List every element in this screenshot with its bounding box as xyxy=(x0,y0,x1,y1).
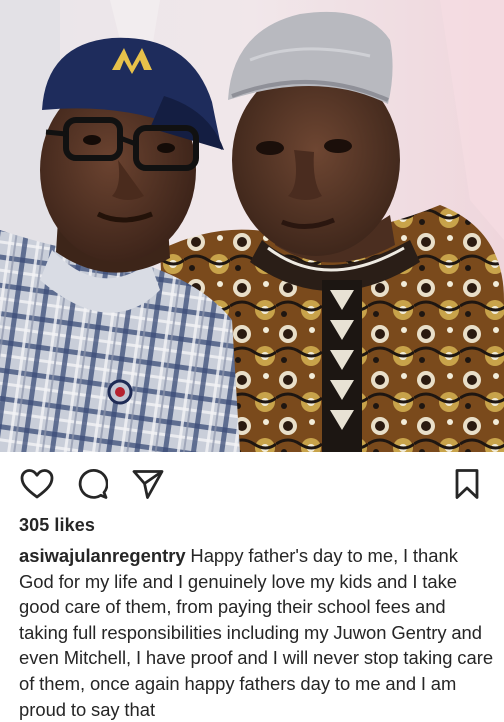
share-button[interactable] xyxy=(130,466,166,502)
bookmark-icon xyxy=(455,469,479,499)
comment-bubble-icon xyxy=(78,468,108,499)
caption-username[interactable]: asiwajulanregentry xyxy=(19,545,186,566)
post-photo[interactable] xyxy=(0,0,504,452)
likes-count[interactable]: 305 likes xyxy=(19,515,95,536)
save-button[interactable] xyxy=(449,466,485,502)
like-button[interactable] xyxy=(19,466,55,502)
post-action-bar xyxy=(0,452,504,516)
comment-button[interactable] xyxy=(74,466,110,502)
post-caption: asiwajulanregentry Happy father's day to… xyxy=(19,543,495,722)
caption-text: Happy father's day to me, I thank God fo… xyxy=(19,545,494,720)
heart-outline-icon xyxy=(20,469,54,499)
paper-plane-icon xyxy=(132,470,164,499)
